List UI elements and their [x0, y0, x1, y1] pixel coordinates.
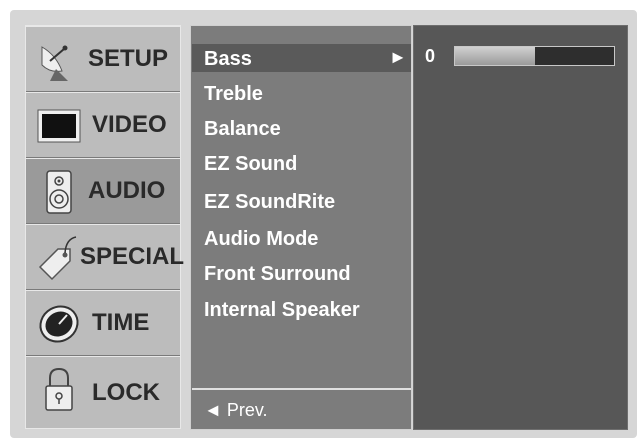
category-audio[interactable]: AUDIO [26, 158, 180, 224]
tv-screen-icon [36, 101, 82, 151]
category-label: SPECIAL [80, 243, 185, 270]
category-label: VIDEO [92, 111, 167, 138]
menu-item-ez-soundrite[interactable]: EZ SoundRite [204, 191, 335, 214]
prev-button[interactable]: ◄ Prev. [204, 400, 268, 421]
category-label: LOCK [92, 378, 160, 406]
menu-item-balance[interactable]: Balance [204, 118, 281, 141]
category-label: AUDIO [88, 177, 166, 204]
category-panel: SETUP VIDEO AUDIO SPECIAL TIME LOCK [25, 25, 184, 429]
bass-value: 0 [425, 46, 436, 66]
menu-item-treble[interactable]: Treble [204, 83, 263, 106]
padlock-icon [36, 365, 82, 415]
value-panel [413, 25, 628, 430]
clock-icon [36, 299, 82, 349]
category-time[interactable]: TIME [26, 290, 180, 356]
category-label: TIME [92, 309, 150, 336]
bass-slider[interactable] [454, 46, 615, 66]
menu-item-ez-sound[interactable]: EZ Sound [204, 153, 297, 176]
menu-item-front-surround[interactable]: Front Surround [204, 263, 351, 286]
category-lock[interactable]: LOCK [26, 356, 180, 428]
menu-item-internal-speaker[interactable]: Internal Speaker [204, 299, 360, 322]
category-label: SETUP [88, 45, 169, 72]
bass-slider-fill [455, 47, 535, 65]
category-special[interactable]: SPECIAL [26, 224, 184, 290]
menu-divider [192, 388, 411, 390]
menu-item-bass[interactable]: Bass [204, 48, 252, 71]
category-video[interactable]: VIDEO [26, 92, 180, 158]
satellite-dish-icon [36, 35, 82, 85]
category-setup[interactable]: SETUP [26, 26, 180, 92]
tag-icon [36, 233, 82, 283]
menu-item-audio-mode[interactable]: Audio Mode [204, 228, 318, 251]
submenu-arrow-icon: ► [389, 47, 407, 67]
speaker-icon [36, 167, 82, 217]
